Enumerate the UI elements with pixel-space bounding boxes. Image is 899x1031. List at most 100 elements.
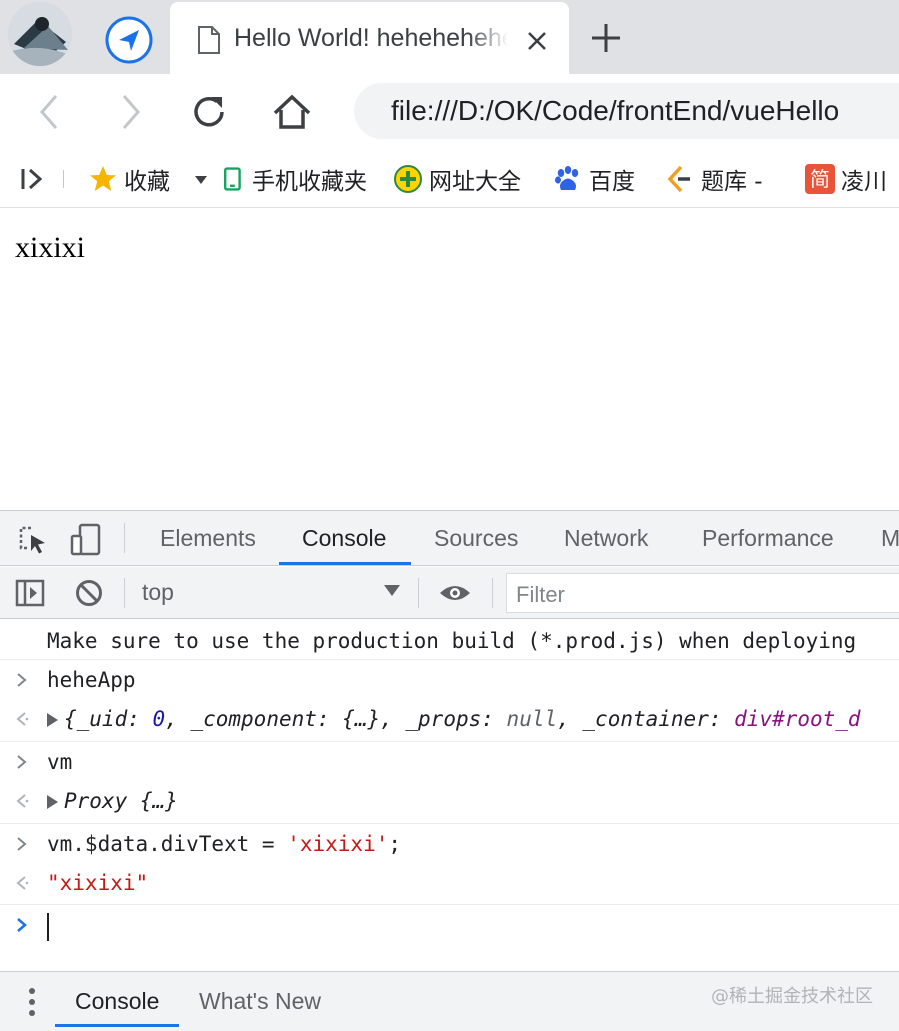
console-separator	[0, 904, 899, 905]
expand-triangle-icon[interactable]	[47, 713, 58, 727]
close-icon[interactable]	[524, 28, 550, 54]
filter-placeholder: Filter	[516, 582, 565, 607]
input-chevron-icon	[17, 837, 27, 851]
tab-more-truncated[interactable]: M	[881, 525, 899, 552]
chevron-down-icon[interactable]	[384, 585, 400, 596]
profile-avatar[interactable]	[8, 2, 72, 66]
reload-icon[interactable]	[189, 92, 229, 132]
input-chevron-icon	[17, 755, 27, 769]
tab-strip: Hello World! hehehehehe	[0, 0, 899, 74]
output-arrow-icon	[16, 876, 29, 890]
code-string: 'xixixi'	[287, 832, 389, 856]
bookmark-label: 题库 -	[701, 169, 763, 195]
console-output[interactable]: Make sure to use the production build (*…	[0, 619, 899, 971]
sidebar-toggle-icon[interactable]	[20, 166, 46, 192]
directory-plus-icon	[394, 165, 422, 193]
input-chevron-icon	[17, 673, 27, 687]
console-input-text: vm	[47, 750, 73, 774]
jian-badge-icon: 简	[805, 164, 835, 194]
bookmark-label: 凌川	[841, 169, 887, 195]
dropdown-caret-icon[interactable]	[194, 175, 208, 185]
object-text: , _container:	[557, 707, 735, 731]
question-bank-icon	[667, 165, 690, 193]
toolbar-divider	[124, 578, 125, 608]
bookmark-label: 百度	[589, 169, 635, 195]
output-arrow-icon	[16, 794, 29, 808]
console-prompt-input[interactable]	[47, 913, 49, 941]
phone-icon	[224, 167, 241, 191]
tab-console[interactable]: Console	[302, 525, 386, 552]
expand-triangle-icon[interactable]	[47, 795, 58, 809]
address-bar[interactable]: file:///D:/OK/Code/frontEnd/vueHello	[354, 83, 899, 139]
sidebar-panel-icon[interactable]	[15, 579, 45, 607]
device-toolbar-icon[interactable]	[70, 523, 102, 557]
active-tab-indicator	[279, 562, 411, 565]
avatar-image-icon	[8, 2, 72, 66]
forward-arrow-icon[interactable]	[110, 92, 150, 132]
console-toolbar: top Filter	[0, 567, 899, 619]
devtools-drawer: Console What's New @稀土掘金技术社区	[0, 971, 899, 1031]
code-text: ;	[388, 832, 402, 856]
console-input-text: vm.$data.divText = 'xixixi';	[47, 832, 401, 856]
devtools-panel: Elements Console Sources Network Perform…	[0, 510, 899, 1031]
baidu-paw-icon	[555, 166, 579, 190]
console-separator	[0, 659, 899, 660]
more-vertical-icon[interactable]	[26, 986, 38, 1018]
browser-toolbar: file:///D:/OK/Code/frontEnd/vueHello	[0, 74, 899, 150]
object-text: {_uid:	[64, 707, 153, 731]
devtools-divider	[124, 523, 125, 553]
string-result: "xixixi"	[47, 871, 149, 895]
object-preview: {_uid: 0, _component: {…}, _props: null,…	[47, 707, 861, 731]
page-viewport: xixixi	[0, 209, 899, 510]
tab-elements[interactable]: Elements	[160, 525, 256, 552]
active-drawer-tab-indicator	[55, 1024, 179, 1027]
eye-icon[interactable]	[438, 582, 472, 604]
page-icon	[198, 26, 220, 54]
address-url: file:///D:/OK/Code/frontEnd/vueHello	[391, 95, 840, 126]
back-arrow-icon[interactable]	[30, 92, 70, 132]
output-arrow-icon	[16, 712, 29, 726]
browser-tab-active[interactable]: Hello World! hehehehehe	[170, 2, 569, 74]
drawer-tab-console[interactable]: Console	[75, 988, 159, 1015]
toolbar-divider	[418, 578, 419, 608]
clear-console-icon[interactable]	[74, 578, 104, 608]
tab-title: Hello World! hehehehehe	[234, 24, 508, 56]
object-number: 0	[152, 707, 166, 731]
watermark-text: @稀土掘金技术社区	[711, 986, 873, 1007]
bookmark-favorites[interactable]: 收藏	[88, 150, 170, 208]
bookmark-baidu[interactable]: 百度	[553, 150, 635, 208]
tab-network[interactable]: Network	[564, 525, 648, 552]
tab-performance[interactable]: Performance	[702, 525, 834, 552]
home-icon[interactable]	[272, 92, 312, 132]
bookmarks-bar: 收藏 手机收藏夹 网址大全 百度 题库 - 简 凌川	[0, 150, 899, 208]
warning-text: Make sure to use the production build (*…	[47, 629, 857, 653]
bookmark-lingchuan[interactable]: 简 凌川	[805, 150, 887, 208]
toolbar-divider	[492, 578, 493, 608]
proxy-text: Proxy {…}	[64, 789, 178, 813]
console-separator	[0, 823, 899, 824]
bookmark-label: 手机收藏夹	[252, 169, 367, 195]
inspect-element-icon[interactable]	[18, 525, 48, 555]
prompt-chevron-icon	[17, 918, 27, 932]
context-selector[interactable]: top	[142, 579, 174, 606]
devtools-tab-bar: Elements Console Sources Network Perform…	[0, 511, 899, 566]
console-separator	[0, 741, 899, 742]
tab-sources[interactable]: Sources	[434, 525, 518, 552]
navigation-extension-icon[interactable]	[104, 15, 154, 65]
bookmark-question-bank[interactable]: 题库 -	[665, 150, 763, 208]
object-null: null	[506, 707, 558, 731]
page-body-text: xixixi	[15, 231, 86, 264]
console-input-text: heheApp	[47, 668, 136, 692]
code-text: vm.$data.divText =	[47, 832, 288, 856]
filter-input[interactable]: Filter	[506, 573, 899, 613]
bookmarks-divider	[63, 170, 64, 188]
object-preview: Proxy {…}	[47, 789, 178, 813]
object-element-ref[interactable]: div#root_d	[734, 707, 860, 731]
drawer-tab-whats-new[interactable]: What's New	[199, 988, 321, 1015]
object-text: , _component: {…}, _props:	[165, 707, 507, 731]
new-tab-plus-icon[interactable]	[588, 20, 624, 56]
star-icon	[90, 166, 116, 191]
bookmark-label: 收藏	[124, 169, 170, 195]
bookmark-site-directory[interactable]: 网址大全	[393, 150, 521, 208]
bookmark-mobile-favorites[interactable]: 手机收藏夹	[222, 150, 367, 208]
